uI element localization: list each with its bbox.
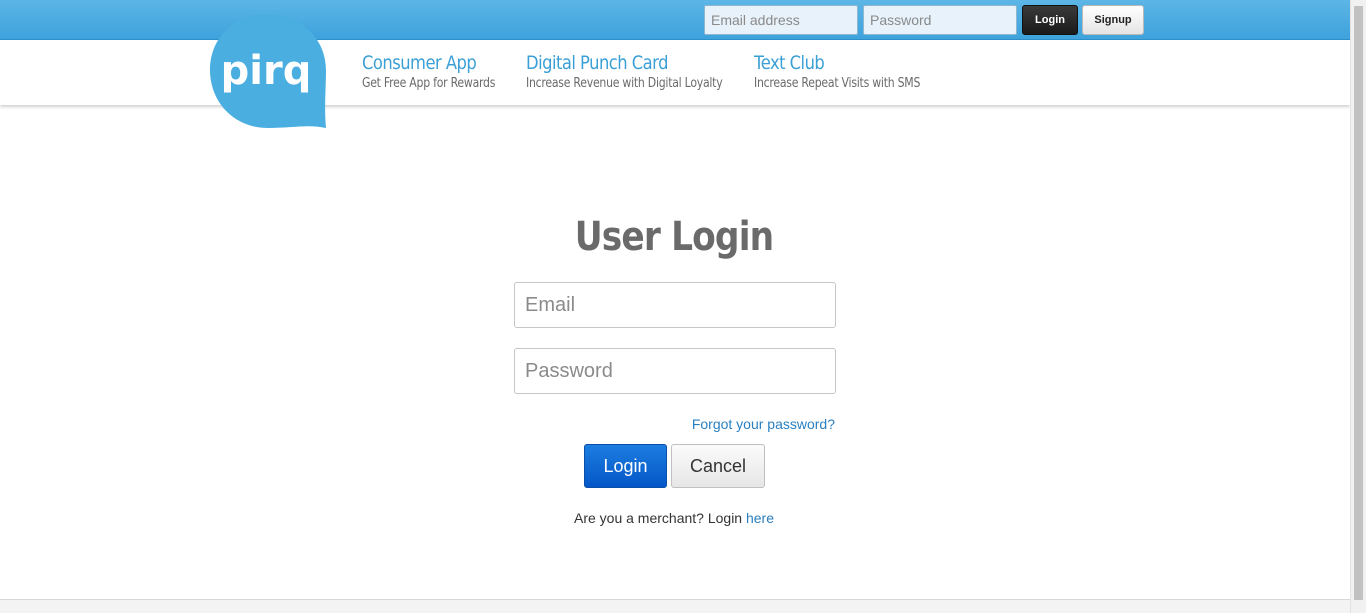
top-signup-button[interactable]: Signup <box>1082 5 1144 35</box>
top-email-input[interactable] <box>704 5 858 35</box>
vertical-scrollbar[interactable] <box>1350 0 1366 613</box>
nav-subtitle: Increase Repeat Visits with SMS <box>754 76 921 91</box>
nav-title: Digital Punch Card <box>526 52 668 74</box>
nav-digital-punch-card[interactable]: Digital Punch Card Increase Revenue with… <box>526 50 760 92</box>
cancel-button[interactable]: Cancel <box>671 444 765 488</box>
top-password-input[interactable] <box>863 5 1017 35</box>
merchant-login-link[interactable]: here <box>746 510 774 526</box>
merchant-prompt: Are you a merchant? Login here <box>474 510 874 526</box>
password-field[interactable] <box>514 348 836 394</box>
footer-edge <box>0 599 1350 613</box>
merchant-text: Are you a merchant? Login <box>573 510 743 526</box>
top-bar: Login Signup <box>0 0 1350 40</box>
login-button[interactable]: Login <box>584 444 667 488</box>
nav-text-club[interactable]: Text Club Increase Repeat Visits with SM… <box>754 50 952 92</box>
forgot-password-link[interactable]: Forgot your password? <box>600 416 835 432</box>
nav-title: Consumer App <box>362 52 477 74</box>
page: Login Signup pirq Consumer App Get Free … <box>0 0 1366 613</box>
scrollbar-thumb[interactable] <box>1354 6 1363 600</box>
nav-title: Text Club <box>754 52 825 74</box>
nav-consumer-app[interactable]: Consumer App Get Free App for Rewards <box>362 50 521 92</box>
logo-text: pirq <box>221 48 312 94</box>
nav-subtitle: Get Free App for Rewards <box>362 76 496 91</box>
email-field[interactable] <box>514 282 836 328</box>
pirq-logo[interactable]: pirq <box>208 12 328 130</box>
page-title: User Login <box>574 214 774 260</box>
top-login-button[interactable]: Login <box>1022 5 1078 35</box>
nav-subtitle: Increase Revenue with Digital Loyalty <box>526 76 723 91</box>
